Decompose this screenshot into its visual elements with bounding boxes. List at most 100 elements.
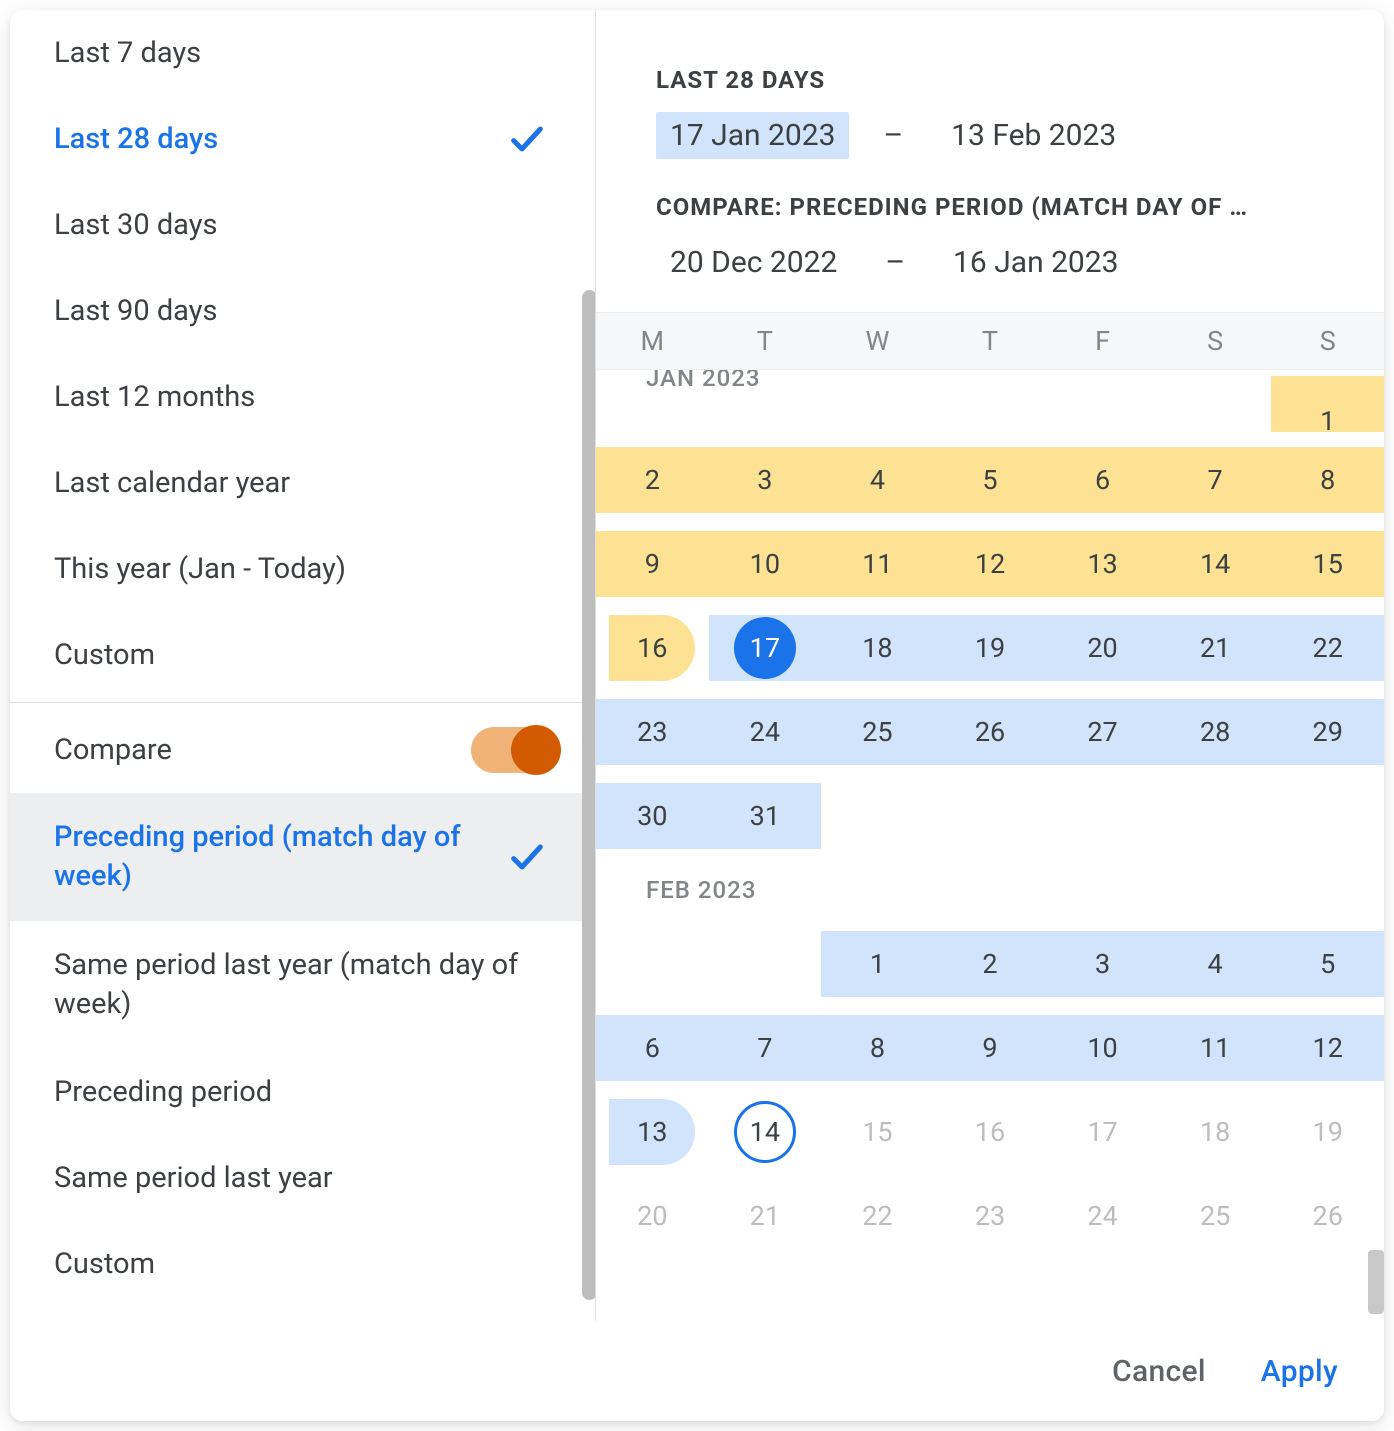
day-cell-today[interactable]: 14 — [709, 1099, 822, 1165]
range-header: LAST 28 DAYS 17 Jan 2023 – 13 Feb 2023 C… — [596, 10, 1384, 312]
calendar-scroll[interactable]: JAN 2023 1 2 3 4 5 — [596, 370, 1384, 1321]
preset-label: Same period last year (match day of week… — [54, 946, 547, 1024]
preset-last-28-days[interactable]: Last 28 days — [10, 96, 595, 182]
compare-preset-preceding-period[interactable]: Preceding period — [10, 1049, 595, 1135]
day-cell[interactable]: 12 — [934, 531, 1047, 597]
day-cell[interactable]: 30 — [596, 783, 709, 849]
day-cell[interactable]: 1 — [821, 931, 934, 997]
day-cell[interactable]: 15 — [821, 1099, 934, 1165]
compare-label: Compare — [54, 733, 172, 767]
month-label-jan: JAN 2023 — [596, 370, 1384, 392]
calendar-week: 6 7 8 9 10 11 12 — [596, 1008, 1384, 1088]
day-cell[interactable]: 3 — [1046, 931, 1159, 997]
day-cell[interactable]: 6 — [1046, 447, 1159, 513]
preset-label: Last 7 days — [54, 36, 201, 70]
compare-preset-preceding-period-dow[interactable]: Preceding period (match day of week) — [10, 793, 595, 921]
preset-last-90-days[interactable]: Last 90 days — [10, 268, 595, 354]
weekday-wed: W — [821, 325, 934, 357]
day-cell[interactable]: 15 — [1271, 531, 1384, 597]
compare-range-to[interactable]: 16 Jan 2023 — [939, 239, 1132, 286]
primary-range-from[interactable]: 17 Jan 2023 — [656, 112, 849, 159]
day-cell[interactable]: 16 — [934, 1099, 1047, 1165]
day-cell[interactable]: 14 — [1159, 531, 1272, 597]
left-scrollbar[interactable] — [582, 290, 596, 1300]
primary-range: 17 Jan 2023 – 13 Feb 2023 — [656, 112, 1342, 159]
day-cell[interactable]: 5 — [1271, 931, 1384, 997]
day-cell[interactable]: 1 — [1271, 401, 1384, 441]
weekday-mon: M — [596, 325, 709, 357]
calendar-week: 2 3 4 5 6 7 8 — [596, 440, 1384, 520]
calendar-week: 16 17 18 19 20 21 22 — [596, 608, 1384, 688]
preset-scroll[interactable]: Last 7 days Last 28 days Last 30 days La… — [10, 10, 595, 1321]
day-cell[interactable]: 27 — [1046, 699, 1159, 765]
day-cell[interactable]: 20 — [596, 1183, 709, 1249]
day-cell[interactable]: 18 — [1159, 1099, 1272, 1165]
compare-range-from[interactable]: 20 Dec 2022 — [656, 239, 851, 286]
day-cell[interactable]: 23 — [596, 699, 709, 765]
day-cell[interactable]: 22 — [821, 1183, 934, 1249]
day-cell[interactable]: 3 — [709, 447, 822, 513]
day-cell[interactable]: 9 — [934, 1015, 1047, 1081]
check-icon — [507, 119, 547, 159]
day-cell[interactable]: 13 — [1046, 531, 1159, 597]
preset-this-year[interactable]: This year (Jan - Today) — [10, 526, 595, 612]
compare-preset-same-period-last-year[interactable]: Same period last year — [10, 1135, 595, 1221]
preset-label: Preceding period — [54, 1075, 272, 1109]
preset-last-30-days[interactable]: Last 30 days — [10, 182, 595, 268]
calendar-week: 30 31 — [596, 776, 1384, 856]
check-icon — [507, 837, 547, 877]
preset-last-calendar-year[interactable]: Last calendar year — [10, 440, 595, 526]
preset-last-12-months[interactable]: Last 12 months — [10, 354, 595, 440]
day-cell[interactable]: 7 — [709, 1015, 822, 1081]
day-cell[interactable]: 17 — [1046, 1099, 1159, 1165]
day-cell[interactable]: 18 — [821, 615, 934, 681]
day-cell[interactable]: 6 — [596, 1015, 709, 1081]
day-cell-range-start[interactable]: 17 — [709, 615, 822, 681]
day-cell[interactable]: 23 — [934, 1183, 1047, 1249]
day-cell[interactable]: 5 — [934, 447, 1047, 513]
day-cell[interactable]: 24 — [1046, 1183, 1159, 1249]
compare-preset-same-period-last-year-dow[interactable]: Same period last year (match day of week… — [10, 921, 595, 1049]
compare-toggle[interactable] — [471, 727, 557, 773]
day-cell[interactable]: 2 — [934, 931, 1047, 997]
day-cell[interactable]: 22 — [1271, 615, 1384, 681]
day-cell[interactable]: 9 — [596, 531, 709, 597]
preset-last-7-days[interactable]: Last 7 days — [10, 10, 595, 96]
calendar-scrollbar[interactable] — [1368, 1250, 1384, 1314]
preset-label: Last 28 days — [54, 122, 218, 156]
day-cell[interactable]: 24 — [709, 699, 822, 765]
primary-range-to[interactable]: 13 Feb 2023 — [937, 112, 1130, 159]
day-cell[interactable]: 12 — [1271, 1015, 1384, 1081]
day-cell[interactable]: 31 — [709, 783, 822, 849]
day-cell[interactable]: 21 — [709, 1183, 822, 1249]
day-cell[interactable]: 25 — [1159, 1183, 1272, 1249]
day-cell[interactable]: 20 — [1046, 615, 1159, 681]
day-cell[interactable]: 29 — [1271, 699, 1384, 765]
range-separator: – — [883, 118, 903, 153]
day-cell[interactable]: 4 — [1159, 931, 1272, 997]
day-cell[interactable]: 8 — [1271, 447, 1384, 513]
month-label-feb: FEB 2023 — [596, 860, 1384, 920]
day-cell[interactable]: 11 — [821, 531, 934, 597]
compare-preset-custom[interactable]: Custom — [10, 1221, 595, 1307]
day-cell[interactable]: 28 — [1159, 699, 1272, 765]
day-cell[interactable]: 2 — [596, 447, 709, 513]
day-cell[interactable]: 26 — [934, 699, 1047, 765]
apply-button[interactable]: Apply — [1261, 1354, 1338, 1389]
day-cell[interactable]: 25 — [821, 699, 934, 765]
day-cell[interactable]: 26 — [1271, 1183, 1384, 1249]
day-cell[interactable]: 19 — [1271, 1099, 1384, 1165]
day-cell[interactable]: 21 — [1159, 615, 1272, 681]
cancel-button[interactable]: Cancel — [1112, 1354, 1206, 1389]
day-cell[interactable]: 8 — [821, 1015, 934, 1081]
picker-body: Last 7 days Last 28 days Last 30 days La… — [10, 10, 1384, 1321]
calendar-week: 9 10 11 12 13 14 15 — [596, 524, 1384, 604]
divider — [10, 702, 595, 703]
day-cell[interactable]: 19 — [934, 615, 1047, 681]
preset-custom[interactable]: Custom — [10, 612, 595, 698]
day-cell[interactable]: 11 — [1159, 1015, 1272, 1081]
day-cell[interactable]: 7 — [1159, 447, 1272, 513]
day-cell[interactable]: 10 — [1046, 1015, 1159, 1081]
day-cell[interactable]: 4 — [821, 447, 934, 513]
day-cell[interactable]: 10 — [709, 531, 822, 597]
